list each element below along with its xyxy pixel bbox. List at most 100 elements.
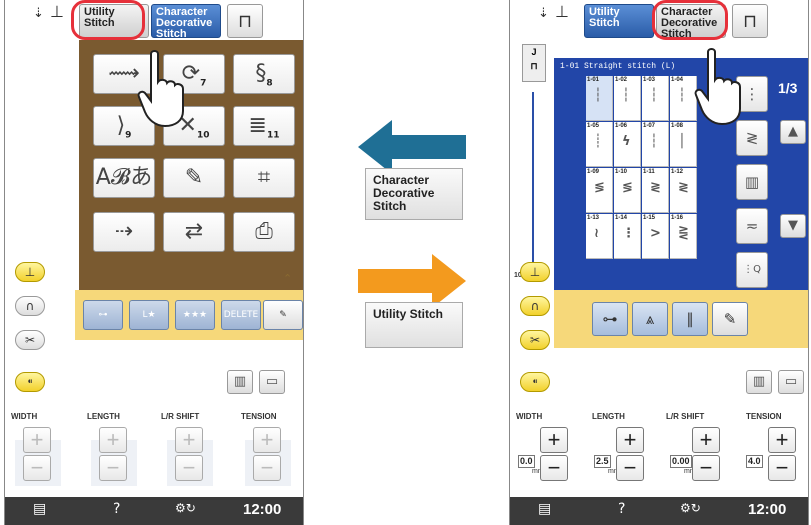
shift-control: 0.00 mm + − xyxy=(668,425,720,505)
edit-button-1[interactable]: ⊶ xyxy=(83,300,123,330)
minus-button[interactable]: − xyxy=(23,455,51,481)
needle-select-icon[interactable]: ∥ xyxy=(672,302,708,336)
quilt-icon[interactable]: ⋮Q xyxy=(736,252,768,288)
tension-control: + − xyxy=(245,425,291,505)
minus-button[interactable]: − xyxy=(616,455,644,481)
plus-button[interactable]: + xyxy=(768,427,796,453)
stitch-code: 1-07 xyxy=(643,123,656,129)
stitch-cell[interactable]: 1-13 ≀ xyxy=(586,214,613,259)
minus-button[interactable]: − xyxy=(540,455,568,481)
stitch-code: 1-10 xyxy=(615,169,628,175)
memory-icon[interactable]: ▥ xyxy=(746,370,772,394)
pattern-button[interactable]: §8 xyxy=(233,54,295,94)
plus-button[interactable]: + xyxy=(23,427,51,453)
stitch-cell[interactable]: 1-03 ┆ xyxy=(642,76,669,121)
minus-button[interactable]: − xyxy=(692,455,720,481)
mirror-icon[interactable]: ⩓ xyxy=(632,302,668,336)
needle-pin-button[interactable]: ⁌ xyxy=(520,372,550,392)
needle-pin-button[interactable]: ⁌ xyxy=(15,372,45,392)
stitch-cell[interactable]: 1-05 ┊ xyxy=(586,122,613,167)
pattern-button[interactable]: ✎ xyxy=(163,158,225,198)
stitch-cell[interactable]: 1-16 ⋛ xyxy=(670,214,697,259)
minus-button[interactable]: − xyxy=(253,455,281,481)
stitch-cell[interactable]: 1-07 ┆ xyxy=(642,122,669,167)
stitch-cell[interactable]: 1-10 ≶ xyxy=(614,168,641,213)
pattern-button[interactable]: ⇄ xyxy=(163,212,225,252)
plus-button[interactable]: + xyxy=(540,427,568,453)
plus-button[interactable]: + xyxy=(99,427,127,453)
stitch-cell[interactable]: 1-14 ⋮ xyxy=(614,214,641,259)
stitch-cell[interactable]: 1-11 ≷ xyxy=(642,168,669,213)
lock-icon[interactable]: ⊓ xyxy=(227,4,263,38)
pattern-button[interactable]: A𝓑あ xyxy=(93,158,155,198)
pocket-icon[interactable]: ▭ xyxy=(259,370,285,394)
scissors-icon[interactable]: ✂ xyxy=(520,330,550,350)
width-control: + − xyxy=(15,425,61,505)
stitch-preview-icon: │ xyxy=(678,134,686,149)
scissors-icon[interactable]: ✂ xyxy=(15,330,45,350)
stitch-code: 1-01 xyxy=(587,77,600,83)
manual-icon[interactable]: ▤ xyxy=(538,501,551,517)
plus-button[interactable]: + xyxy=(616,427,644,453)
edit-button-2[interactable]: L★ xyxy=(129,300,169,330)
settings-icon[interactable]: ⚙↻ xyxy=(175,501,196,515)
stitch-code: 1-02 xyxy=(615,77,628,83)
minus-button[interactable]: − xyxy=(99,455,127,481)
page-down-button[interactable]: ▼ xyxy=(780,214,806,238)
stitch-cell[interactable]: 1-09 ≶ xyxy=(586,168,613,213)
page-up-button[interactable]: ▲ xyxy=(780,120,806,144)
plus-button[interactable]: + xyxy=(692,427,720,453)
presser-foot-button[interactable]: ⊥ xyxy=(520,262,550,282)
tab-character-stitch[interactable]: Character Decorative Stitch xyxy=(151,4,221,40)
stitch-cell[interactable]: 1-06 ϟ xyxy=(614,122,641,167)
plus-button[interactable]: + xyxy=(175,427,203,453)
pattern-glyph: A𝓑あ xyxy=(95,165,153,190)
pattern-button[interactable]: ≣11 xyxy=(233,106,295,146)
plus-button[interactable]: + xyxy=(253,427,281,453)
utility-stitch-label: Utility Stitch xyxy=(365,302,463,348)
pocket-icon[interactable]: ▭ xyxy=(778,370,804,394)
arrow-right-icon xyxy=(358,254,466,308)
hand-pointer-icon xyxy=(694,48,741,126)
pattern-button[interactable]: ⇢ xyxy=(93,212,155,252)
tab-utility-stitch[interactable]: Utility Stitch xyxy=(584,4,654,38)
lock-icon[interactable]: ⊓ xyxy=(732,4,768,38)
stitch-cell[interactable]: 1-01 ┆ xyxy=(586,76,613,121)
manual-icon[interactable]: ▤ xyxy=(33,501,46,517)
settings-icon[interactable]: ⚙↻ xyxy=(680,501,701,515)
stitch-header: 1-01 Straight stitch (L) xyxy=(560,62,676,71)
needle-position-icon: ⇣ xyxy=(538,6,549,21)
pattern-button[interactable]: ⌗ xyxy=(233,158,295,198)
pattern-number: 8 xyxy=(266,78,273,89)
pattern-glyph: ⇄ xyxy=(184,219,204,244)
highlight-ring xyxy=(652,0,728,40)
memory-icon[interactable]: ▥ xyxy=(227,370,253,394)
width-icon[interactable]: ▥ xyxy=(736,164,768,200)
pattern-button[interactable]: ⎙ xyxy=(233,212,295,252)
shift-label: L/R SHIFT xyxy=(161,412,200,421)
delete-button[interactable]: DELETE xyxy=(221,300,261,330)
right-screen: ⇣ ⊥ Utility Stitch Character Decorative … xyxy=(509,0,809,525)
pencil-icon[interactable]: ✎ xyxy=(712,302,748,336)
stitch-cell[interactable]: 1-15 > xyxy=(642,214,669,259)
presser-foot-button[interactable]: ⊥ xyxy=(15,262,45,282)
reverse-button[interactable]: ∩ xyxy=(15,296,45,316)
stitch-preview-icon: ⋛ xyxy=(678,226,689,241)
reverse-button[interactable]: ∩ xyxy=(520,296,550,316)
minus-button[interactable]: − xyxy=(768,455,796,481)
pencil-icon[interactable]: ✎ xyxy=(263,300,303,330)
length-value: 2.5 xyxy=(594,455,611,468)
edit-button-1[interactable]: ⊶ xyxy=(592,302,628,336)
help-icon[interactable]: ? xyxy=(618,501,625,517)
stitch-cell[interactable]: 1-12 ≷ xyxy=(670,168,697,213)
stitch-dist-icon[interactable]: ≂ xyxy=(736,208,768,244)
stitch-code: 1-04 xyxy=(671,77,684,83)
width-value: 0.0 xyxy=(518,455,535,468)
stitch-code: 1-06 xyxy=(615,123,628,129)
stitch-cell[interactable]: 1-08 │ xyxy=(670,122,697,167)
help-icon[interactable]: ? xyxy=(113,501,120,517)
collapse-icon[interactable]: ⌃ xyxy=(283,272,292,285)
stitch-cell[interactable]: 1-02 ┆ xyxy=(614,76,641,121)
minus-button[interactable]: − xyxy=(175,455,203,481)
edit-button-3[interactable]: ★★★ xyxy=(175,300,215,330)
